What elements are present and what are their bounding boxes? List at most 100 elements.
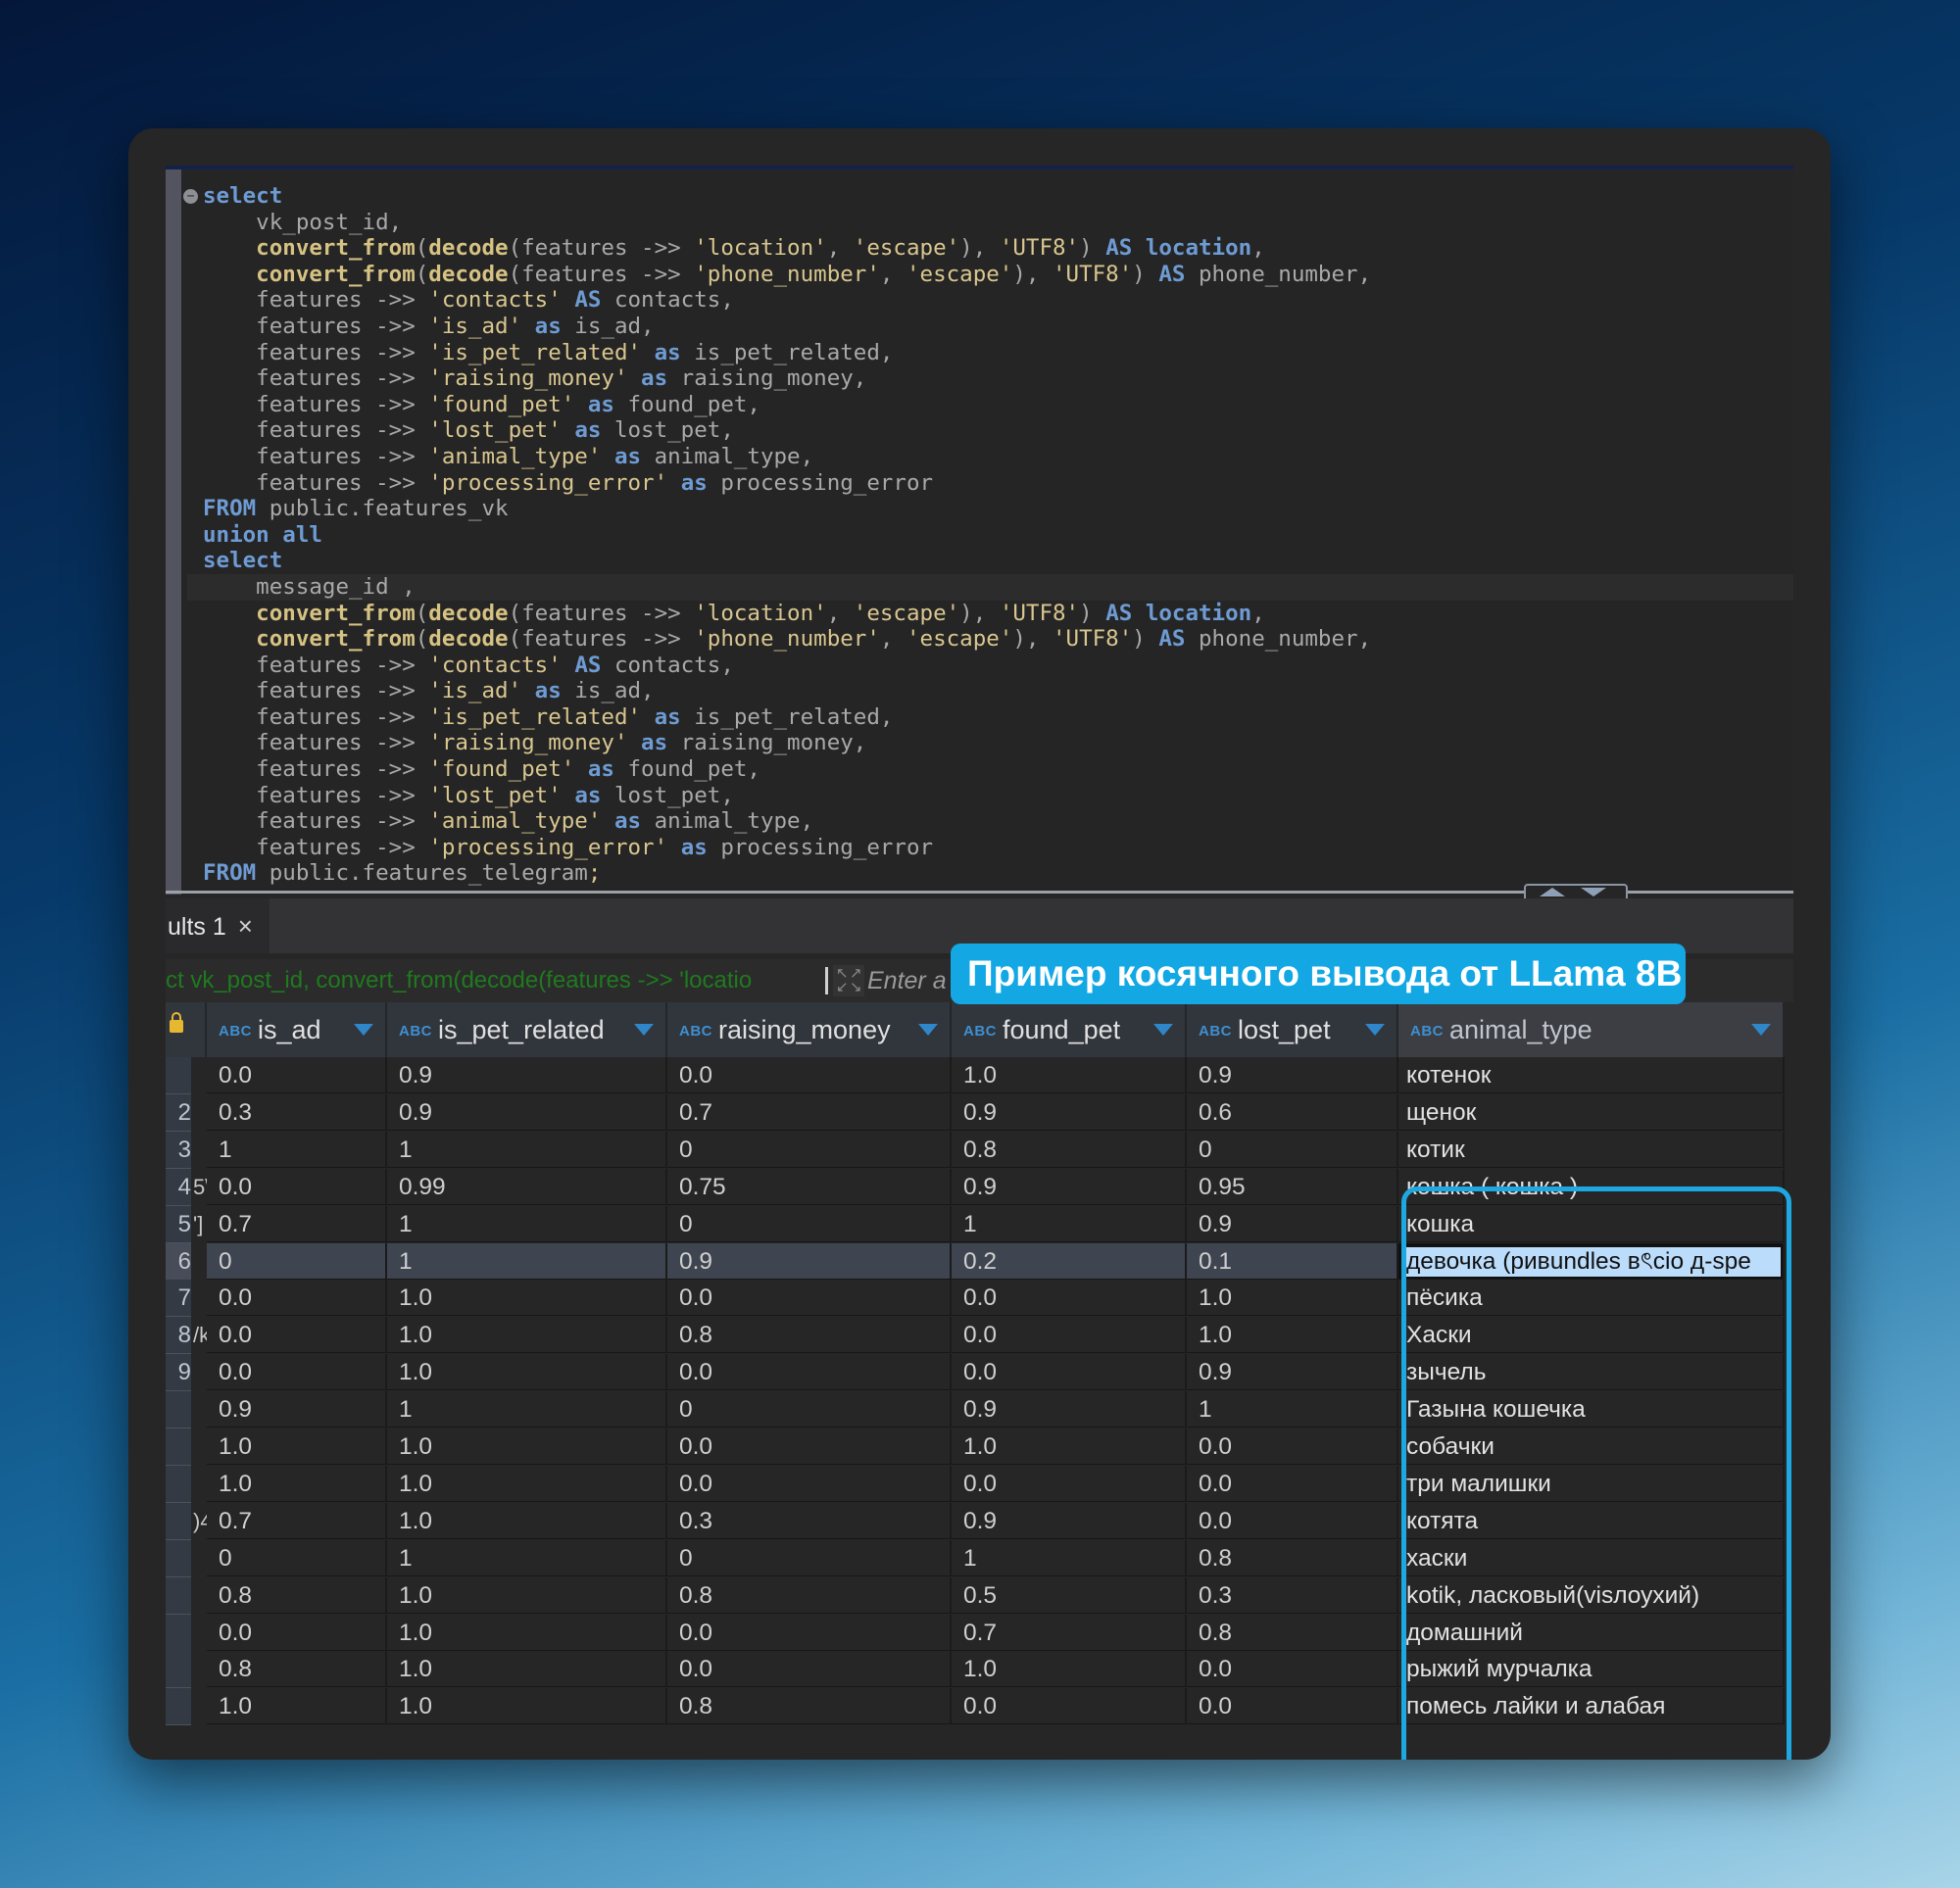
code-line[interactable]: features ->> 'is_ad' as is_ad, [187,678,1793,704]
cell-animal-type[interactable]: кошка [1398,1205,1785,1242]
code-line[interactable]: features ->> 'found_pet' as found_pet, [187,392,1793,418]
cell-raising-money[interactable]: 0.75 [667,1168,952,1205]
code-line[interactable]: − select [183,183,1793,210]
maximize-results-arrow-icon[interactable] [1581,888,1606,896]
cell-lost-pet[interactable]: 0 [1187,1131,1398,1168]
cell-raising-money[interactable]: 0.0 [667,1465,952,1502]
cell-animal-type[interactable]: котята [1398,1502,1785,1539]
row-number[interactable] [166,1391,191,1429]
id-cell-fragment[interactable] [193,1651,207,1688]
row-number[interactable] [166,1465,191,1503]
code-line[interactable]: features ->> 'animal_type' as animal_typ… [187,444,1793,470]
cell-is-ad[interactable]: 0.0 [207,1168,387,1205]
cell-is-pet-related[interactable]: 1.0 [387,1688,667,1725]
cell-found-pet[interactable]: 0.9 [952,1502,1187,1539]
cell-is-pet-related[interactable]: 1.0 [387,1614,667,1651]
code-line[interactable]: convert_from(decode(features ->> 'locati… [187,235,1793,262]
code-line[interactable]: features ->> 'processing_error' as proce… [187,835,1793,861]
id-cell-fragment[interactable] [193,1466,207,1503]
code-line[interactable]: features ->> 'is_ad' as is_ad, [187,314,1793,340]
cell-animal-type[interactable]: три малишки [1398,1465,1785,1502]
cell-is-ad[interactable]: 0 [207,1539,387,1576]
cell-is-ad[interactable]: 0.8 [207,1576,387,1614]
cell-raising-money[interactable]: 0.8 [667,1576,952,1614]
cell-is-pet-related[interactable]: 1 [387,1205,667,1242]
table-row[interactable]: 1.0 1.0 0.8 0.0 0.0 помесь лайки и алабая [166,1688,1793,1726]
sql-code[interactable]: − select vk_post_id, convert_from(decode(… [183,183,1793,887]
cell-found-pet[interactable]: 1.0 [952,1428,1187,1465]
id-cell-fragment[interactable] [193,1057,207,1094]
cell-raising-money[interactable]: 0 [667,1539,952,1576]
code-line[interactable]: features ->> 'is_pet_related' as is_pet_… [187,704,1793,731]
row-number[interactable]: 9 [166,1354,191,1392]
maximize-editor-arrow-icon[interactable] [1540,888,1565,896]
cell-animal-type[interactable]: девочка (ривundles вৎcio д-spe [1398,1242,1785,1280]
id-cell-fragment[interactable]: 5\ [193,1169,207,1206]
cell-raising-money[interactable]: 0.0 [667,1428,952,1465]
expand-arrows-icon[interactable]: ↖ ↗ ↙ ↘ [833,965,864,996]
id-cell-fragment[interactable] [193,1540,207,1577]
row-number[interactable] [166,1428,191,1466]
cell-animal-type[interactable]: хаски [1398,1539,1785,1576]
code-line[interactable]: FROM public.features_vk [187,496,1793,522]
table-row[interactable]: 3 1 1 0 0.8 0 котик [166,1131,1793,1169]
code-line[interactable]: features ->> 'found_pet' as found_pet, [187,756,1793,783]
cell-lost-pet[interactable]: 0.9 [1187,1205,1398,1242]
cell-is-pet-related[interactable]: 1.0 [387,1280,667,1317]
sort-filter-icon[interactable] [1751,1024,1771,1036]
id-cell-fragment[interactable] [193,1688,207,1725]
cell-is-pet-related[interactable]: 1 [387,1131,667,1168]
table-row[interactable]: )4 0.7 1.0 0.3 0.9 0.0 котята [166,1502,1793,1540]
cell-found-pet[interactable]: 1 [952,1205,1187,1242]
sort-filter-icon[interactable] [354,1024,373,1036]
cell-is-pet-related[interactable]: 0.9 [387,1057,667,1093]
row-number[interactable]: 5 [166,1205,191,1243]
sort-filter-icon[interactable] [918,1024,938,1036]
table-row[interactable]: 5 '] 0.7 1 0 1 0.9 кошка [166,1205,1793,1243]
column-header-lost-pet[interactable]: ABC lost_pet [1187,1002,1398,1057]
cell-raising-money[interactable]: 0.9 [667,1242,952,1280]
cell-raising-money[interactable]: 0.8 [667,1688,952,1725]
cell-animal-type[interactable]: домашний [1398,1614,1785,1651]
code-line[interactable]: features ->> 'raising_money' as raising_… [187,730,1793,756]
row-number[interactable] [166,1539,191,1577]
cell-is-pet-related[interactable]: 1.0 [387,1651,667,1688]
cell-is-ad[interactable]: 0.0 [207,1614,387,1651]
cell-is-ad[interactable]: 1.0 [207,1688,387,1725]
cell-is-pet-related[interactable]: 1.0 [387,1354,667,1391]
sort-filter-icon[interactable] [1153,1024,1173,1036]
table-row[interactable]: 45\0.00.990.750.90.95кошка ( кошка ) [166,1168,1793,1206]
cell-raising-money[interactable]: 0.8 [667,1317,952,1354]
cell-raising-money[interactable]: 0 [667,1391,952,1428]
code-line[interactable]: features ->> 'is_pet_related' as is_pet_… [187,340,1793,366]
cell-is-ad[interactable]: 1.0 [207,1465,387,1502]
row-number[interactable]: 4 [166,1168,191,1206]
code-line[interactable]: select [187,548,1793,574]
collapse-minus-icon[interactable]: − [183,189,198,204]
cell-is-ad[interactable]: 1 [207,1131,387,1168]
cell-found-pet[interactable]: 1 [952,1539,1187,1576]
cell-lost-pet[interactable]: 0.8 [1187,1614,1398,1651]
table-row[interactable]: 7 0.0 1.0 0.0 0.0 1.0 пёсика [166,1280,1793,1318]
cell-is-pet-related[interactable]: 0.9 [387,1093,667,1131]
cell-animal-type[interactable]: собачки [1398,1428,1785,1465]
cell-found-pet[interactable]: 1.0 [952,1651,1187,1688]
cell-found-pet[interactable]: 0.0 [952,1280,1187,1317]
cell-raising-money[interactable]: 0.0 [667,1354,952,1391]
row-number[interactable] [166,1614,191,1652]
row-number[interactable] [166,1688,191,1726]
code-line[interactable]: features ->> 'processing_error' as proce… [187,470,1793,497]
table-row[interactable]: 0.0 0.9 0.0 1.0 0.9 котенок [166,1057,1793,1094]
id-cell-fragment[interactable] [193,1577,207,1615]
id-cell-fragment[interactable] [193,1615,207,1652]
row-number[interactable] [166,1651,191,1689]
table-row[interactable]: 0.0 1.0 0.0 0.7 0.8 домашний [166,1614,1793,1652]
cell-is-pet-related[interactable]: 0.99 [387,1168,667,1205]
id-cell-fragment[interactable] [193,1280,207,1317]
row-number[interactable]: 8 [166,1317,191,1355]
cell-found-pet[interactable]: 0.7 [952,1614,1187,1651]
cell-raising-money[interactable]: 0.3 [667,1502,952,1539]
table-row[interactable]: 1.0 1.0 0.0 1.0 0.0 собачки [166,1428,1793,1466]
cell-animal-type[interactable]: кошка ( кошка ) [1398,1168,1785,1205]
cell-is-ad[interactable]: 0.9 [207,1391,387,1428]
